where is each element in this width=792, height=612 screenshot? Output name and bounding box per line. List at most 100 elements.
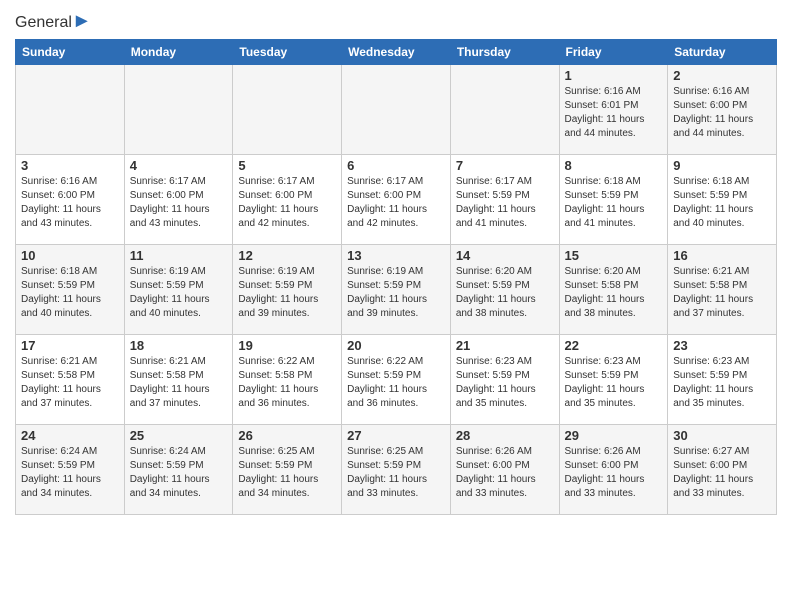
day-number: 22 (565, 338, 663, 353)
week-row-2: 3 Sunrise: 6:16 AM Sunset: 6:00 PM Daylig… (16, 155, 777, 245)
calendar-cell: 24Sunrise: 6:24 AM Sunset: 5:59 PM Dayli… (16, 425, 125, 515)
day-info: Sunrise: 6:22 AM Sunset: 5:59 PM Dayligh… (347, 355, 445, 411)
weekday-header-thursday: Thursday (450, 40, 559, 65)
logo: General► (15, 10, 92, 33)
day-number: 10 (21, 248, 119, 263)
day-info: Sunrise: 6:18 AM Sunset: 5:59 PM Dayligh… (565, 175, 663, 231)
calendar-cell: 1 Sunrise: 6:16 AM Sunset: 6:01 PM Daylig… (559, 65, 668, 155)
calendar-cell: 23 Sunrise: 6:23 AM Sunset: 5:59 PM Dayli… (668, 335, 777, 425)
calendar-cell: 15 Sunrise: 6:20 AM Sunset: 5:58 PM Dayli… (559, 245, 668, 335)
day-number: 12 (238, 248, 336, 263)
day-number: 21 (456, 338, 554, 353)
day-number: 17 (21, 338, 119, 353)
day-info: Sunrise: 6:17 AM Sunset: 6:00 PM Dayligh… (238, 175, 336, 231)
logo-icon: ► (72, 10, 92, 32)
day-info: Sunrise: 6:20 AM Sunset: 5:59 PM Dayligh… (456, 265, 554, 321)
day-info: Sunrise: 6:21 AM Sunset: 5:58 PM Dayligh… (673, 265, 771, 321)
week-row-1: 1 Sunrise: 6:16 AM Sunset: 6:01 PM Daylig… (16, 65, 777, 155)
calendar-cell (233, 65, 342, 155)
day-number: 14 (456, 248, 554, 263)
calendar-cell: 22 Sunrise: 6:23 AM Sunset: 5:59 PM Dayli… (559, 335, 668, 425)
day-info: Sunrise: 6:24 AM Sunset: 5:59 PM Dayligh… (130, 445, 228, 501)
weekday-header-monday: Monday (124, 40, 233, 65)
day-number: 15 (565, 248, 663, 263)
day-info: Sunrise: 6:22 AM Sunset: 5:58 PM Dayligh… (238, 355, 336, 411)
day-number: 7 (456, 158, 554, 173)
calendar-cell: 19 Sunrise: 6:22 AM Sunset: 5:58 PM Dayli… (233, 335, 342, 425)
day-info: Sunrise: 6:25 AM Sunset: 5:59 PM Dayligh… (347, 445, 445, 501)
day-info: Sunrise: 6:26 AM Sunset: 6:00 PM Dayligh… (456, 445, 554, 501)
calendar-cell: 7 Sunrise: 6:17 AM Sunset: 5:59 PM Daylig… (450, 155, 559, 245)
weekday-header-tuesday: Tuesday (233, 40, 342, 65)
day-number: 3 (21, 158, 119, 173)
day-info: Sunrise: 6:19 AM Sunset: 5:59 PM Dayligh… (238, 265, 336, 321)
day-info: Sunrise: 6:20 AM Sunset: 5:58 PM Dayligh… (565, 265, 663, 321)
day-number: 23 (673, 338, 771, 353)
day-number: 29 (565, 428, 663, 443)
calendar-cell: 5 Sunrise: 6:17 AM Sunset: 6:00 PM Daylig… (233, 155, 342, 245)
day-number: 8 (565, 158, 663, 173)
calendar-cell (342, 65, 451, 155)
day-info: Sunrise: 6:17 AM Sunset: 5:59 PM Dayligh… (456, 175, 554, 231)
day-info: Sunrise: 6:21 AM Sunset: 5:58 PM Dayligh… (130, 355, 228, 411)
day-number: 9 (673, 158, 771, 173)
calendar-cell (124, 65, 233, 155)
day-number: 4 (130, 158, 228, 173)
week-row-3: 10 Sunrise: 6:18 AM Sunset: 5:59 PM Dayli… (16, 245, 777, 335)
logo-general: General (15, 14, 72, 31)
weekday-header-friday: Friday (559, 40, 668, 65)
calendar-cell: 17 Sunrise: 6:21 AM Sunset: 5:58 PM Dayli… (16, 335, 125, 425)
day-info: Sunrise: 6:23 AM Sunset: 5:59 PM Dayligh… (565, 355, 663, 411)
calendar-cell: 2 Sunrise: 6:16 AM Sunset: 6:00 PM Daylig… (668, 65, 777, 155)
day-number: 24 (21, 428, 119, 443)
day-number: 16 (673, 248, 771, 263)
calendar-cell (16, 65, 125, 155)
day-info: Sunrise: 6:16 AM Sunset: 6:01 PM Dayligh… (565, 85, 663, 141)
week-row-5: 24 Sunrise: 6:24 AM Sunset: 5:59 PM Dayli… (16, 425, 777, 515)
day-number: 19 (238, 338, 336, 353)
day-info: Sunrise: 6:23 AM Sunset: 5:59 PM Dayligh… (456, 355, 554, 411)
calendar-container: General► SundayMondayTuesdayWednesdayThu… (0, 0, 792, 525)
day-number: 25 (130, 428, 228, 443)
calendar-cell: 3 Sunrise: 6:16 AM Sunset: 6:00 PM Daylig… (16, 155, 125, 245)
calendar-cell: 10 Sunrise: 6:18 AM Sunset: 5:59 PM Dayli… (16, 245, 125, 335)
day-info: Sunrise: 6:23 AM Sunset: 5:59 PM Dayligh… (673, 355, 771, 411)
day-info: Sunrise: 6:16 AM Sunset: 6:00 PM Dayligh… (21, 175, 119, 231)
calendar-cell: 29 Sunrise: 6:26 AM Sunset: 6:00 PM Dayli… (559, 425, 668, 515)
day-info: Sunrise: 6:19 AM Sunset: 5:59 PM Dayligh… (347, 265, 445, 321)
calendar-table: SundayMondayTuesdayWednesdayThursdayFrid… (15, 39, 777, 515)
day-info: Sunrise: 6:19 AM Sunset: 5:59 PM Dayligh… (130, 265, 228, 321)
day-info: Sunrise: 6:18 AM Sunset: 5:59 PM Dayligh… (673, 175, 771, 231)
day-info: Sunrise: 6:26 AM Sunset: 6:00 PM Dayligh… (565, 445, 663, 501)
day-number: 2 (673, 68, 771, 83)
day-number: 11 (130, 248, 228, 263)
calendar-cell: 9 Sunrise: 6:18 AM Sunset: 5:59 PM Daylig… (668, 155, 777, 245)
day-info: Sunrise: 6:18 AM Sunset: 5:59 PM Dayligh… (21, 265, 119, 321)
day-number: 18 (130, 338, 228, 353)
day-info: Sunrise: 6:17 AM Sunset: 6:00 PM Dayligh… (130, 175, 228, 231)
day-number: 30 (673, 428, 771, 443)
calendar-cell: 8 Sunrise: 6:18 AM Sunset: 5:59 PM Daylig… (559, 155, 668, 245)
day-number: 6 (347, 158, 445, 173)
calendar-cell: 11 Sunrise: 6:19 AM Sunset: 5:59 PM Dayli… (124, 245, 233, 335)
calendar-cell: 12 Sunrise: 6:19 AM Sunset: 5:59 PM Dayli… (233, 245, 342, 335)
day-number: 13 (347, 248, 445, 263)
calendar-cell: 20Sunrise: 6:22 AM Sunset: 5:59 PM Dayli… (342, 335, 451, 425)
calendar-cell: 6 Sunrise: 6:17 AM Sunset: 6:00 PM Daylig… (342, 155, 451, 245)
day-number: 27 (347, 428, 445, 443)
day-info: Sunrise: 6:16 AM Sunset: 6:00 PM Dayligh… (673, 85, 771, 141)
calendar-cell (450, 65, 559, 155)
calendar-cell: 13 Sunrise: 6:19 AM Sunset: 5:59 PM Dayli… (342, 245, 451, 335)
day-number: 5 (238, 158, 336, 173)
day-info: Sunrise: 6:17 AM Sunset: 6:00 PM Dayligh… (347, 175, 445, 231)
calendar-cell: 18 Sunrise: 6:21 AM Sunset: 5:58 PM Dayli… (124, 335, 233, 425)
week-row-4: 17 Sunrise: 6:21 AM Sunset: 5:58 PM Dayli… (16, 335, 777, 425)
day-number: 28 (456, 428, 554, 443)
day-info: Sunrise: 6:21 AM Sunset: 5:58 PM Dayligh… (21, 355, 119, 411)
header-row: General► (15, 10, 777, 33)
weekday-header-saturday: Saturday (668, 40, 777, 65)
day-number: 1 (565, 68, 663, 83)
calendar-cell: 25 Sunrise: 6:24 AM Sunset: 5:59 PM Dayli… (124, 425, 233, 515)
calendar-cell: 27 Sunrise: 6:25 AM Sunset: 5:59 PM Dayli… (342, 425, 451, 515)
calendar-cell: 28 Sunrise: 6:26 AM Sunset: 6:00 PM Dayli… (450, 425, 559, 515)
